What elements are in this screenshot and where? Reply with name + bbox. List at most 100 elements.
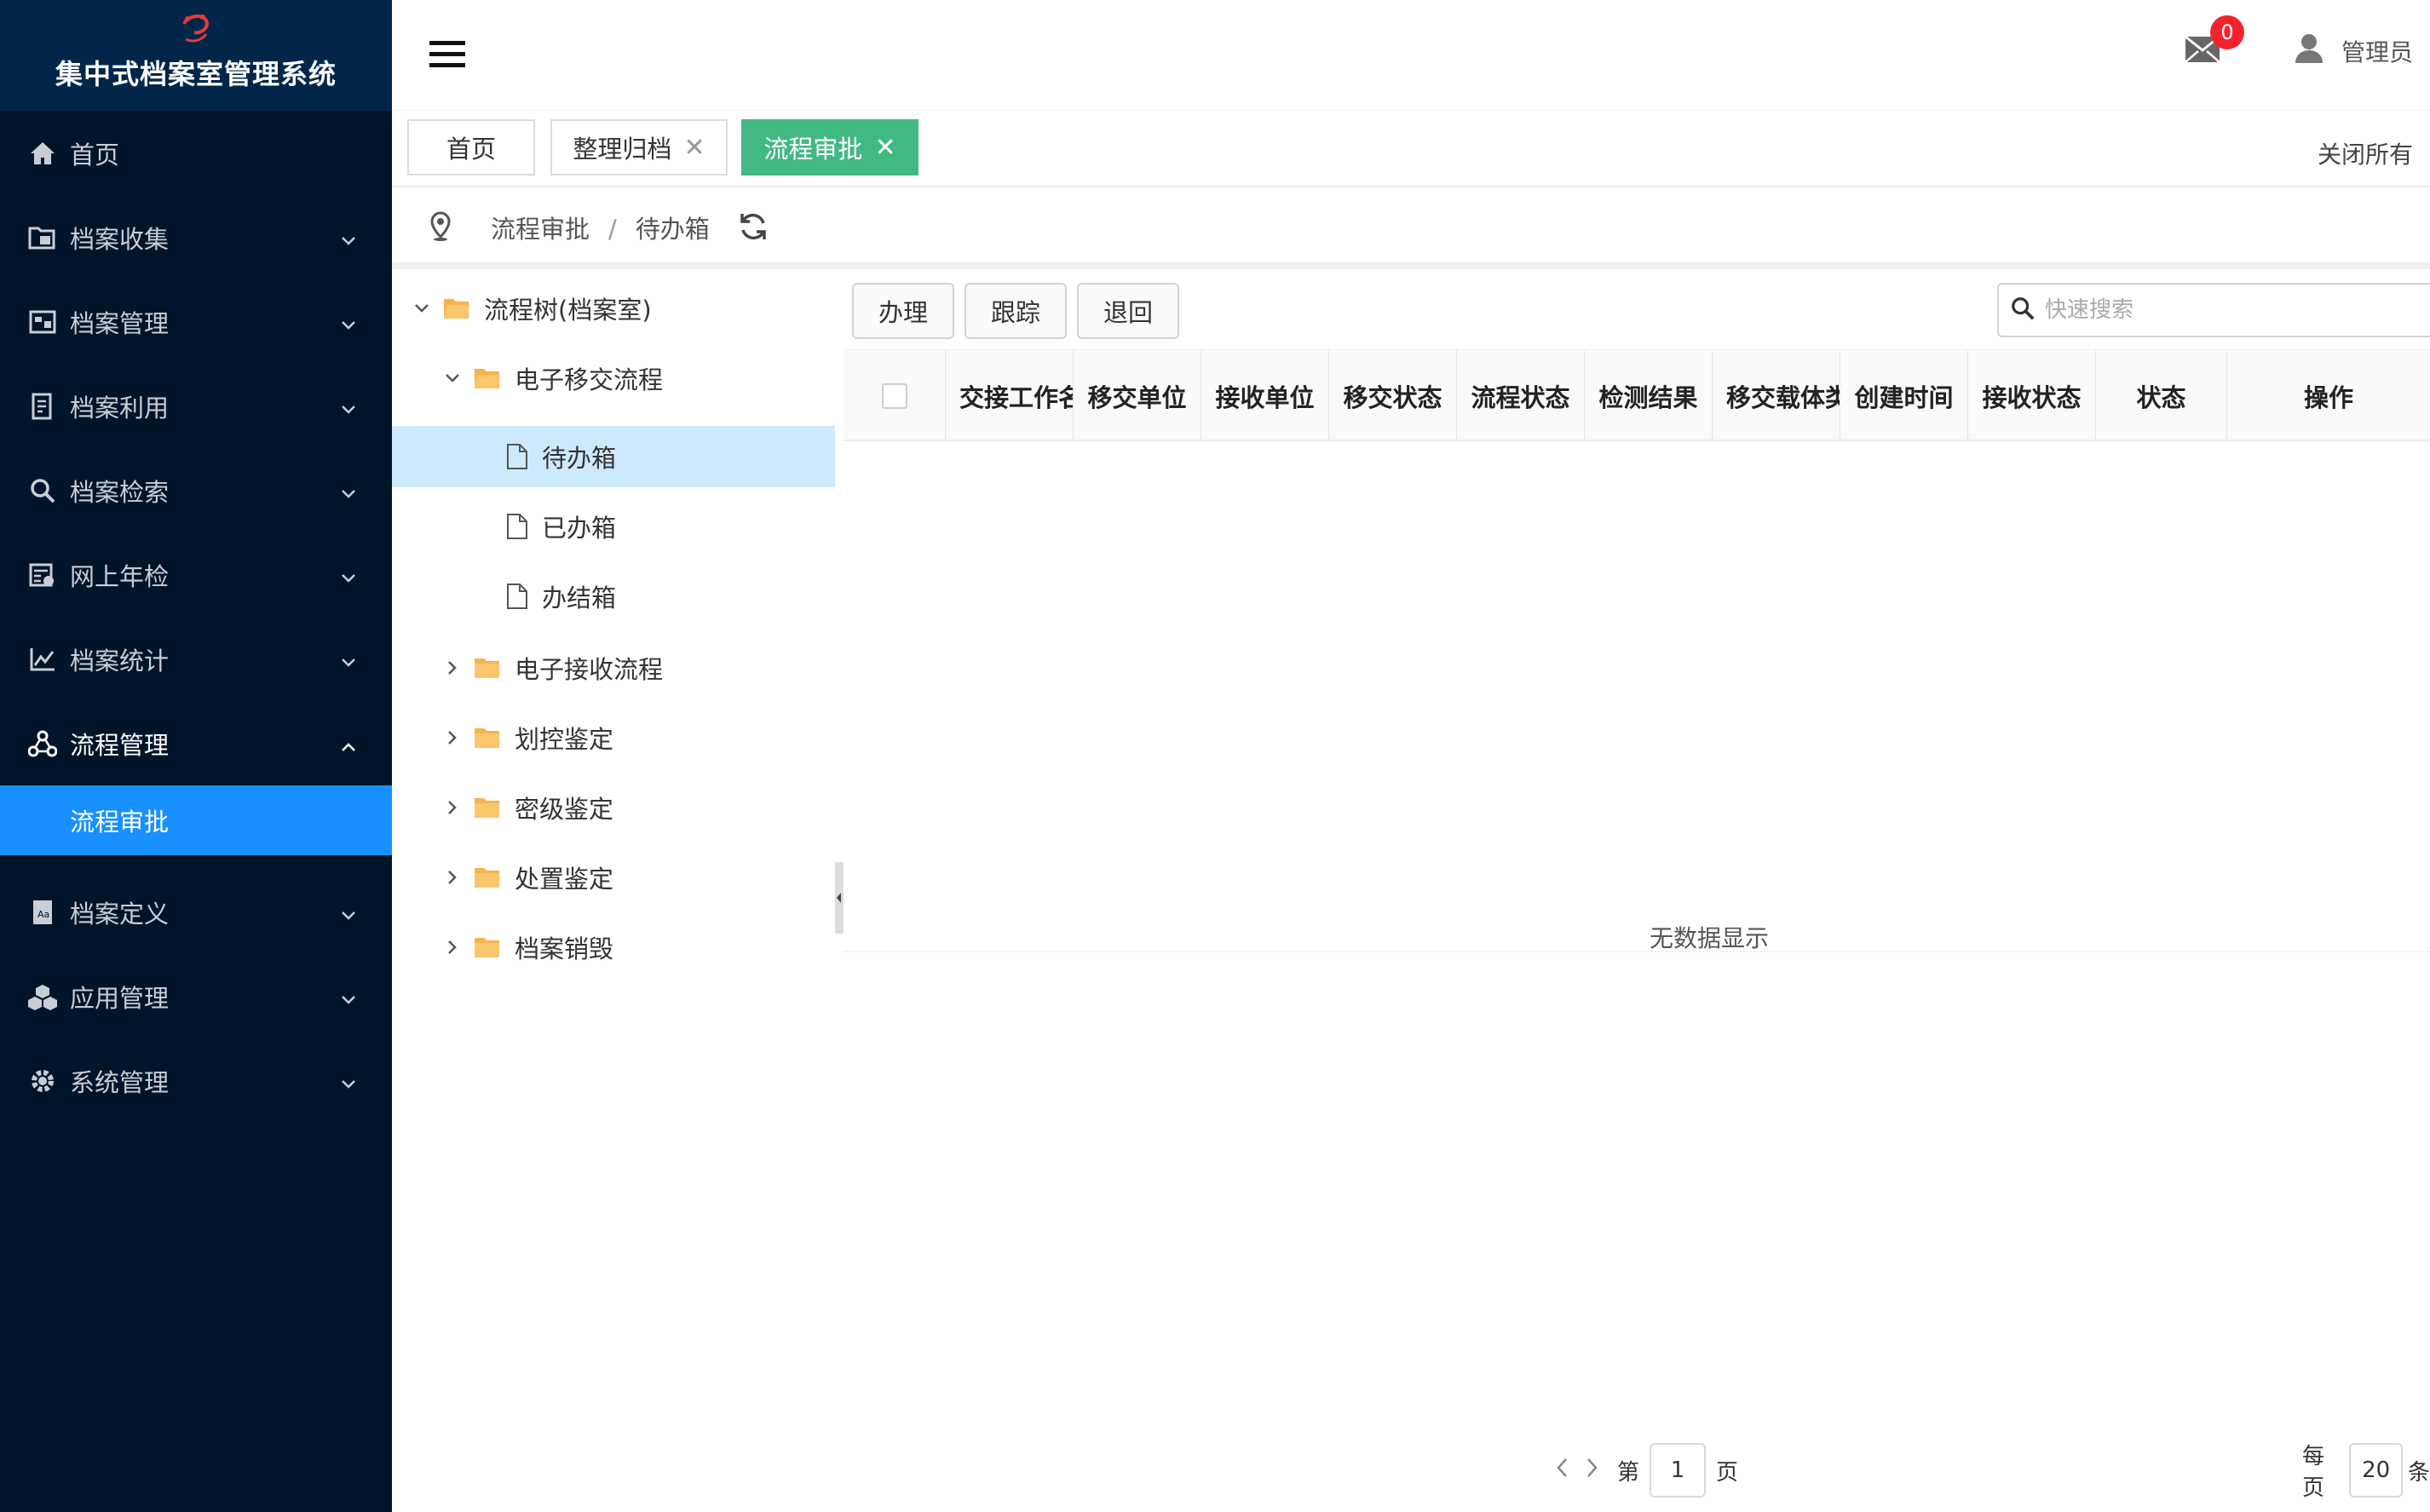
sidebar-item-label: 档案收集 (70, 224, 170, 254)
chevron-down-icon (341, 645, 356, 674)
app-title: 集中式档案室管理系统 (55, 58, 337, 90)
quick-search-box[interactable] (1997, 283, 2430, 337)
sidebar-item-define[interactable]: Aa 档案定义 (0, 870, 392, 954)
line-chart-icon (26, 642, 60, 676)
select-all-checkbox[interactable] (881, 383, 907, 409)
tree-node-transfer[interactable]: 电子移交流程 (440, 348, 663, 409)
chevron-down-icon (341, 476, 356, 505)
folder-icon (474, 935, 501, 959)
tab-home[interactable]: 首页 (407, 119, 535, 175)
tree-node-root[interactable]: 流程树(档案室) (409, 278, 652, 339)
tab-workflow-approval[interactable]: 流程审批 ✕ (741, 119, 918, 175)
column-header[interactable]: 状态 (2096, 350, 2227, 442)
user-menu[interactable]: 管理员 (2294, 32, 2413, 69)
page-suffix: 页 (1716, 1459, 1739, 1486)
tree-node-done[interactable]: 已办箱 (506, 496, 616, 557)
page-prefix: 第 (1617, 1459, 1640, 1486)
sidebar-item-label: 应用管理 (70, 983, 170, 1013)
chevron-right-icon[interactable] (440, 660, 465, 676)
column-header[interactable]: 移交单位 (1074, 350, 1201, 442)
search-icon (26, 474, 60, 508)
folder-icon (474, 865, 501, 889)
file-icon (506, 583, 528, 610)
chevron-down-icon[interactable] (409, 303, 435, 313)
document-use-icon (26, 389, 60, 423)
sidebar-item-apps[interactable]: 应用管理 (0, 954, 392, 1038)
breadcrumb-bar: 流程审批 / 待办箱 (392, 187, 2430, 269)
tab-organize-archive[interactable]: 整理归档 ✕ (550, 119, 728, 175)
page-number-input[interactable]: 1 (1650, 1443, 1707, 1498)
chevron-right-icon[interactable] (440, 730, 465, 745)
tree-node-label: 待办箱 (542, 444, 617, 473)
book-define-icon: Aa (26, 895, 60, 929)
search-input[interactable] (2045, 297, 2386, 323)
hamburger-menu-icon[interactable] (429, 37, 467, 72)
tree-node-label: 划控鉴定 (515, 725, 614, 754)
sidebar-item-use[interactable]: 档案利用 (0, 364, 392, 448)
column-header[interactable]: 接收状态 (1968, 350, 2096, 442)
table-header: 交接工作名称 移交单位 接收单位 移交状态 流程状态 检测结果 移交载体类型 创… (844, 349, 2430, 442)
sidebar-item-label: 档案统计 (70, 646, 170, 676)
user-name: 管理员 (2341, 37, 2414, 66)
svg-text:Aa: Aa (37, 909, 49, 920)
return-button[interactable]: 退回 (1077, 283, 1179, 339)
tab-label: 首页 (446, 135, 496, 164)
sidebar-item-search[interactable]: 档案检索 (0, 448, 392, 532)
close-icon[interactable]: ✕ (874, 133, 895, 163)
chevron-right-icon[interactable] (440, 870, 465, 885)
column-header[interactable]: 交接工作名称 (946, 350, 1074, 442)
calendar-check-icon (26, 558, 60, 592)
column-header[interactable]: 移交载体类型 (1713, 350, 1840, 442)
sidebar-item-home[interactable]: 首页 (0, 111, 392, 195)
tab-bar: 首页 整理归档 ✕ 流程审批 ✕ 关闭所有 (392, 111, 2430, 187)
sidebar-subitem-approval[interactable]: 流程审批 (0, 785, 392, 855)
tree-node-destroy[interactable]: 档案销毁 (440, 917, 613, 978)
sidebar-item-label: 流程管理 (70, 730, 170, 760)
chevron-right-icon[interactable] (1586, 1457, 1598, 1484)
tree-node-control-appraisal[interactable]: 划控鉴定 (440, 707, 613, 768)
tree-node-todo[interactable]: 待办箱 (392, 426, 835, 487)
archive-manage-icon (26, 305, 60, 339)
column-header[interactable]: 创建时间 (1840, 350, 1968, 442)
tree-node-label: 办结箱 (542, 584, 617, 612)
search-icon (2011, 296, 2035, 324)
tree-node-label: 流程树(档案室) (484, 296, 652, 325)
sidebar-item-system[interactable]: 系统管理 (0, 1038, 392, 1123)
column-header[interactable]: 移交状态 (1329, 350, 1457, 442)
panel-collapse-handle[interactable] (835, 862, 844, 934)
table-divider (844, 951, 2430, 952)
tree-node-secret-appraisal[interactable]: 密级鉴定 (440, 777, 613, 838)
handle-button[interactable]: 办理 (852, 283, 954, 339)
page-size-input[interactable]: 20 (2349, 1443, 2403, 1498)
user-icon (2294, 32, 2324, 69)
sidebar-item-manage[interactable]: 档案管理 (0, 279, 392, 364)
track-button[interactable]: 跟踪 (965, 283, 1067, 339)
column-header[interactable]: 流程状态 (1457, 350, 1585, 442)
chevron-up-icon (341, 729, 356, 758)
refresh-icon[interactable] (738, 211, 769, 245)
logo-icon (0, 0, 392, 48)
sidebar-item-stats[interactable]: 档案统计 (0, 617, 392, 701)
chevron-left-icon[interactable] (1556, 1457, 1568, 1484)
sidebar-item-annual[interactable]: 网上年检 (0, 532, 392, 617)
folder-icon (474, 796, 501, 819)
sidebar-item-collect[interactable]: 档案收集 (0, 195, 392, 279)
tree-node-receive[interactable]: 电子接收流程 (440, 637, 663, 699)
close-icon[interactable]: ✕ (683, 133, 705, 163)
chevron-down-icon[interactable] (440, 373, 465, 383)
sidebar-item-workflow[interactable]: 流程管理 (0, 701, 392, 785)
per-page-suffix: 条 (2407, 1459, 2430, 1486)
tree-node-disposal-appraisal[interactable]: 处置鉴定 (440, 847, 613, 908)
sidebar-item-label: 档案检索 (70, 477, 170, 507)
sidebar-item-label: 档案定义 (70, 899, 170, 928)
close-all-tabs-button[interactable]: 关闭所有 (2318, 136, 2413, 170)
empty-table-message: 无数据显示 (1650, 924, 1770, 952)
tree-node-finished[interactable]: 办结箱 (506, 566, 616, 627)
tree-node-label: 处置鉴定 (515, 865, 614, 894)
chevron-right-icon[interactable] (440, 800, 465, 815)
folder-collect-icon (26, 221, 60, 255)
breadcrumb-item[interactable]: 流程审批 (491, 215, 590, 244)
column-header[interactable]: 接收单位 (1201, 350, 1329, 442)
chevron-right-icon[interactable] (440, 940, 465, 955)
column-header[interactable]: 检测结果 (1585, 350, 1713, 442)
